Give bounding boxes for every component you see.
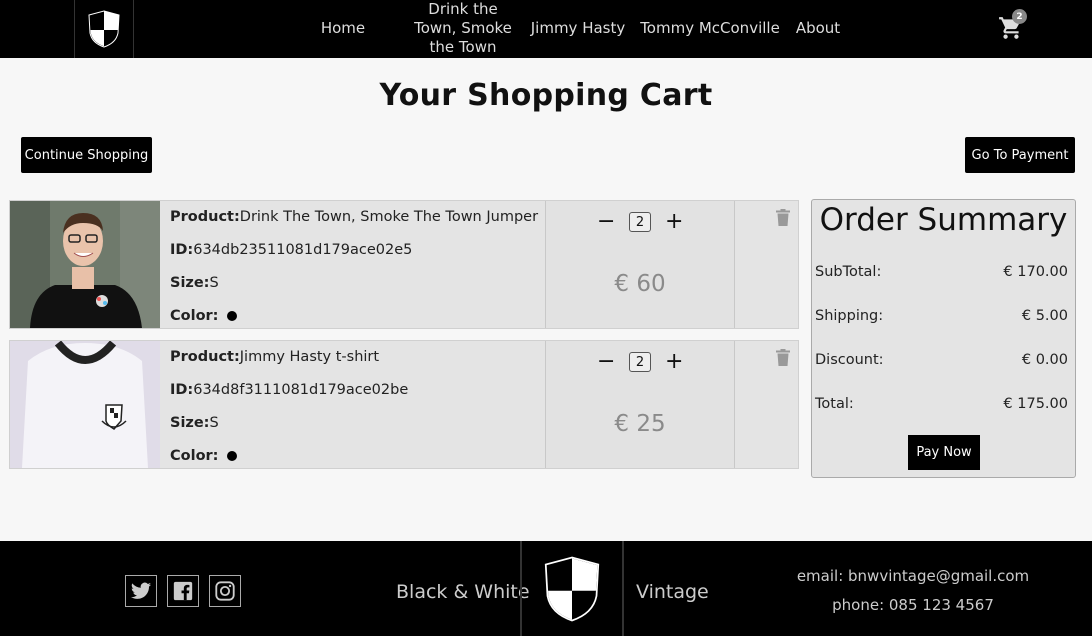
product-size: S [209,415,219,431]
page-title: Your Shopping Cart [379,78,713,113]
contact-email[interactable]: email: bnwvintage@gmail.com [790,567,1036,585]
order-summary-title: Order Summary [819,202,1068,238]
summary-label: Total: [815,396,854,412]
summary-row-shipping: Shipping: € 5.00 [815,308,1068,324]
product-label: Product: [170,349,240,365]
summary-row-total: Total: € 175.00 [815,396,1068,412]
item-price: € 60 [614,271,666,297]
summary-value: € 170.00 [1003,264,1068,280]
color-swatch [227,311,238,321]
facebook-icon[interactable] [167,575,199,607]
nav-link-drink-the-town[interactable]: Drink the Town, Smoke the Town [410,0,516,57]
twitter-icon[interactable] [125,575,157,607]
footer-brand-left: Black & White [396,581,530,603]
shield-logo-icon [88,10,120,48]
quantity-panel: − 2 + € 60 [545,201,735,328]
cart-count-badge: 2 [1012,9,1027,24]
summary-label: Discount: [815,352,884,368]
color-label: Color: [170,308,219,324]
trash-icon[interactable] [776,209,790,226]
product-id: 634d8f3111081d179ace02be [193,382,409,398]
color-label: Color: [170,448,219,464]
item-details: Product:Drink The Town, Smoke The Town J… [170,207,550,339]
trash-icon[interactable] [776,349,790,366]
summary-label: Shipping: [815,308,884,324]
product-id: 634db23511081d179ace02e5 [193,242,413,258]
id-label: ID: [170,382,194,398]
product-label: Product: [170,209,240,225]
nav-link-tommy-mcconville[interactable]: Tommy McConville [640,19,780,38]
nav-link-home[interactable]: Home [318,19,368,38]
brand-logo[interactable] [74,0,134,58]
summary-value: € 175.00 [1003,396,1068,412]
id-label: ID: [170,242,194,258]
summary-value: € 5.00 [1021,308,1068,324]
instagram-icon[interactable] [209,575,241,607]
contact-phone: phone: 085 123 4567 [832,596,994,614]
product-image-tshirt [10,341,160,468]
increase-quantity-button[interactable]: + [665,211,683,233]
summary-row-subtotal: SubTotal: € 170.00 [815,264,1068,280]
continue-shopping-button[interactable]: Continue Shopping [21,137,152,173]
decrease-quantity-button[interactable]: − [597,211,615,233]
item-details: Product:Jimmy Hasty t-shirt ID:634d8f311… [170,347,550,479]
pay-now-button[interactable]: Pay Now [908,435,980,470]
quantity-value: 2 [629,352,651,372]
nav-link-jimmy-hasty[interactable]: Jimmy Hasty [530,19,626,38]
size-label: Size: [170,415,210,431]
cart-item: Product:Drink The Town, Smoke The Town J… [9,200,799,329]
item-price: € 25 [614,411,666,437]
quantity-panel: − 2 + € 25 [545,341,735,468]
cart-item: Product:Jimmy Hasty t-shirt ID:634d8f311… [9,340,799,469]
navbar: Home Drink the Town, Smoke the Town Jimm… [0,0,1092,58]
order-summary-panel: Order Summary SubTotal: € 170.00 Shippin… [811,199,1076,478]
increase-quantity-button[interactable]: + [665,351,683,373]
size-label: Size: [170,275,210,291]
footer-logo [520,541,624,636]
shield-logo-icon [544,556,600,621]
decrease-quantity-button[interactable]: − [597,351,615,373]
product-size: S [209,275,219,291]
footer-brand-right: Vintage [636,581,709,603]
summary-value: € 0.00 [1021,352,1068,368]
footer: Black & White Vintage email: bnwvintage@… [0,541,1092,636]
go-to-payment-button[interactable]: Go To Payment [965,137,1075,173]
summary-row-discount: Discount: € 0.00 [815,352,1068,368]
quantity-value: 2 [629,212,651,232]
product-name: Drink The Town, Smoke The Town Jumper [239,209,539,225]
color-swatch [227,451,238,461]
product-image-jumper [10,201,160,328]
summary-label: SubTotal: [815,264,882,280]
product-name: Jimmy Hasty t-shirt [239,349,380,365]
nav-link-about[interactable]: About [794,19,842,38]
